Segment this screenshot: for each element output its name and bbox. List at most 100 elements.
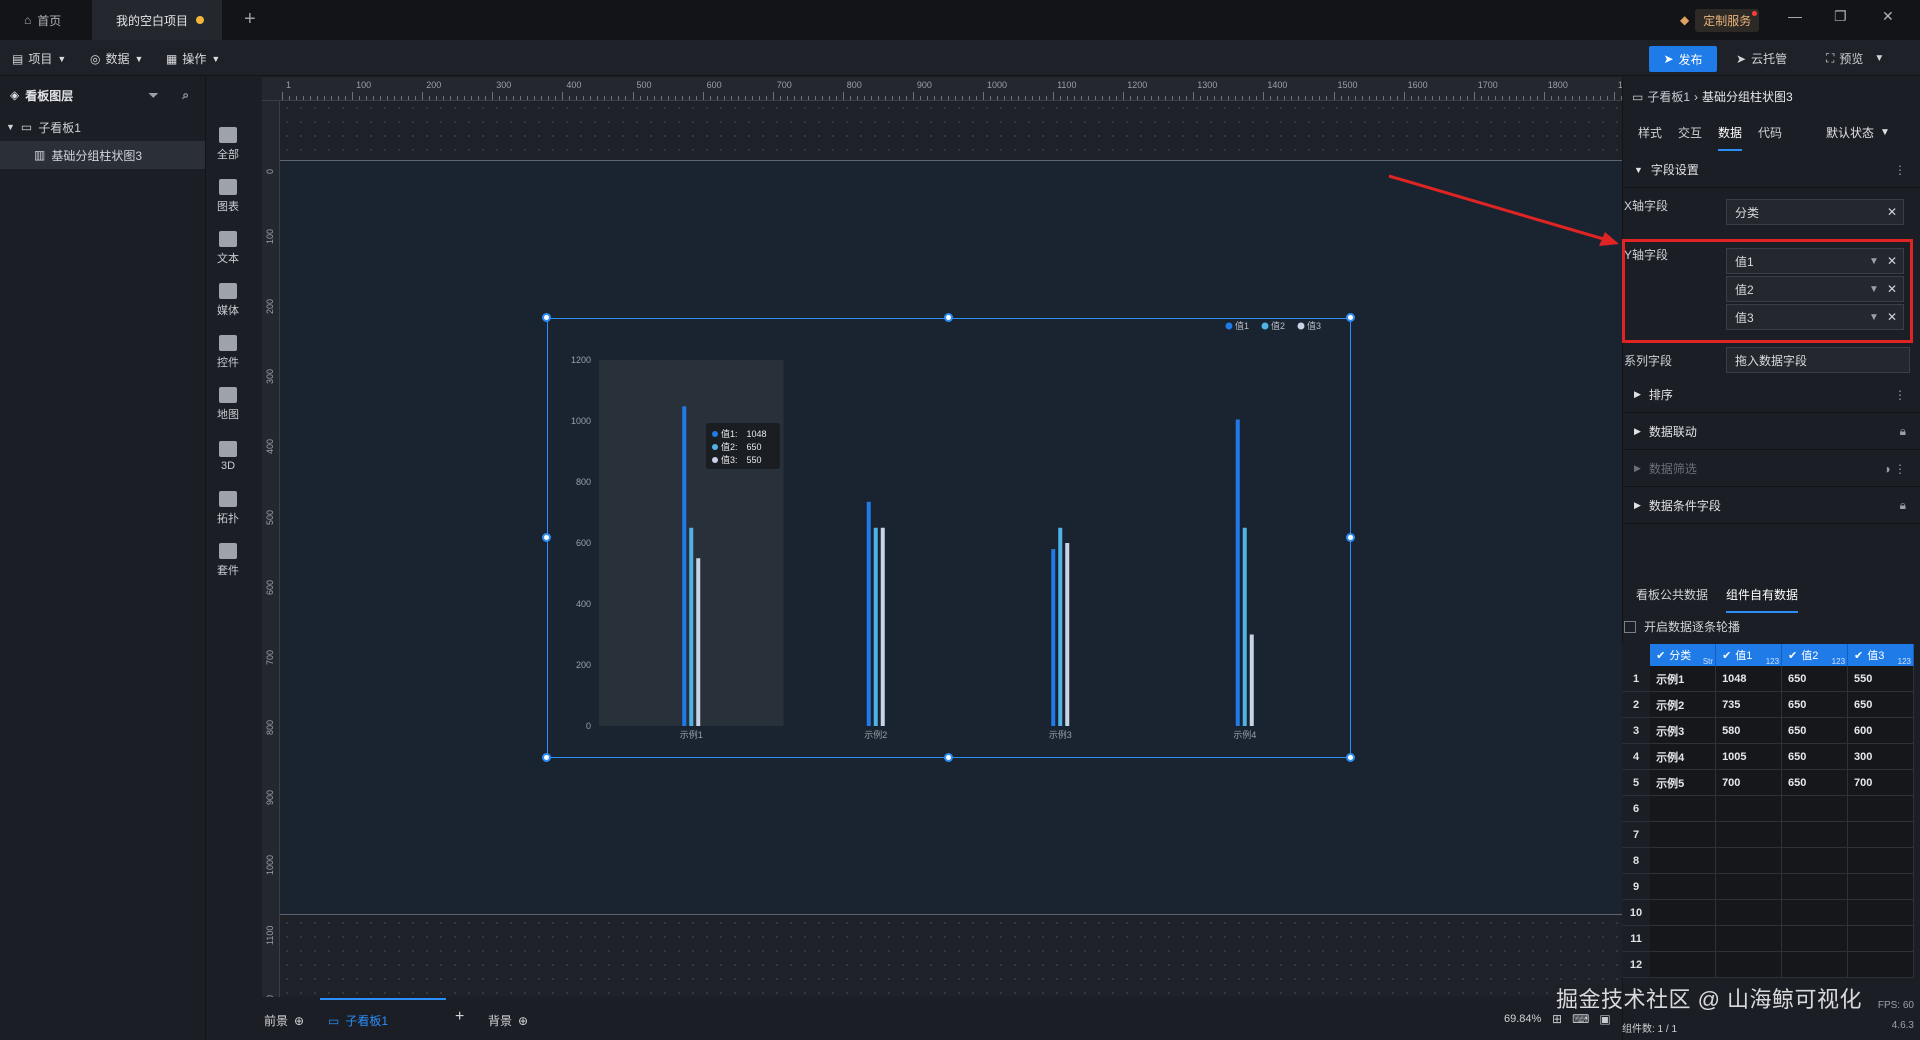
menu-project[interactable]: ▤ 项目 ▼ [12,50,66,67]
rail-item-all[interactable]: 全部 [206,118,250,170]
table-cell[interactable] [1782,874,1849,900]
row-number[interactable]: 6 [1622,796,1651,822]
tab-home[interactable]: ⌂ 首页 [12,0,92,40]
sheet-column-header[interactable]: ✔ 分类 Str [1650,644,1717,666]
rail-item-topology[interactable]: 拓扑 [206,482,250,534]
caret-down-icon[interactable]: ▼ [6,122,15,132]
table-cell[interactable] [1848,848,1915,874]
series-field-dropzone[interactable]: 拖入数据字段 [1726,347,1910,373]
table-cell[interactable] [1848,952,1915,978]
rail-item-control[interactable]: 控件 [206,326,250,378]
table-cell[interactable]: 580 [1716,718,1783,744]
layer-item-chart[interactable]: ▥ 基础分组柱状图3 [0,141,205,169]
row-number[interactable]: 10 [1622,900,1651,926]
section-field-settings[interactable]: ▼ 字段设置 ⋮ [1622,152,1920,188]
sheet-column-header[interactable]: ✔ 值1 123 [1716,644,1783,666]
row-number[interactable]: 5 [1622,770,1651,796]
section-data-filter[interactable]: ▶ 数据筛选 ◑ ⋮ [1622,451,1920,487]
table-cell[interactable] [1716,848,1783,874]
table-cell[interactable]: 示例2 [1650,692,1717,718]
check-icon[interactable]: ✔ [1854,649,1863,662]
table-cell[interactable] [1716,796,1783,822]
carousel-checkbox[interactable] [1624,620,1636,633]
resize-handle-b[interactable] [944,753,953,762]
table-cell[interactable] [1716,874,1783,900]
table-cell[interactable]: 650 [1782,718,1849,744]
section-sort[interactable]: ▶ 排序 ⋮ [1622,377,1920,413]
resize-handle-bl[interactable] [542,753,551,762]
carousel-toggle[interactable]: 开启数据逐条轮播 [1624,618,1740,635]
section-data-linkage[interactable]: ▶ 数据联动 🔒︎ [1622,414,1920,450]
layer-item-board[interactable]: ▼ ▭ 子看板1 [0,113,205,141]
table-cell[interactable] [1848,926,1915,952]
table-cell[interactable]: 650 [1848,692,1915,718]
table-cell[interactable]: 650 [1782,692,1849,718]
state-select[interactable]: 默认状态 ▼ [1826,124,1890,141]
table-cell[interactable] [1650,796,1717,822]
table-cell[interactable]: 示例3 [1650,718,1717,744]
table-cell[interactable]: 650 [1782,770,1849,796]
rail-item-chart[interactable]: 图表 [206,170,250,222]
resize-handle-l[interactable] [542,533,551,542]
keyboard-icon[interactable]: ⌨ [1572,1012,1589,1026]
rail-item-3d[interactable]: 3D [206,430,250,482]
row-number[interactable]: 11 [1622,926,1651,952]
table-cell[interactable] [1650,848,1717,874]
table-cell[interactable]: 600 [1848,718,1915,744]
table-cell[interactable]: 650 [1782,744,1849,770]
chart-selection-frame[interactable] [547,318,1351,758]
menu-operation[interactable]: ▦ 操作 ▼ [166,50,220,67]
table-cell[interactable] [1716,822,1783,848]
rail-item-text[interactable]: 文本 [206,222,250,274]
filter-icon[interactable]: ⏷ [149,88,159,103]
row-number[interactable]: 12 [1622,952,1651,978]
tab-style[interactable]: 样式 [1638,124,1662,151]
data-sheet[interactable]: ✔ 分类 Str ✔ 值1 123 ✔ 值2 123 ✔ 值3 123 1 示例1 1048 650 550 2 示… [1622,644,1915,978]
tab-own-data[interactable]: 组件自有数据 [1726,586,1799,613]
tab-interaction[interactable]: 交互 [1678,124,1702,151]
section-data-conditions[interactable]: ▶ 数据条件字段 🔒︎ [1622,488,1920,524]
table-cell[interactable] [1650,926,1717,952]
publish-button[interactable]: ➤ 发布 [1649,46,1717,72]
row-number[interactable]: 2 [1622,692,1651,718]
fit-screen-icon[interactable]: ⊞ [1552,1012,1562,1026]
menu-data[interactable]: ◎ 数据 ▼ [90,50,143,67]
row-number[interactable]: 4 [1622,744,1651,770]
resize-handle-br[interactable] [1346,753,1355,762]
table-cell[interactable]: 300 [1848,744,1915,770]
row-number[interactable]: 8 [1622,848,1651,874]
table-cell[interactable] [1848,796,1915,822]
row-number[interactable]: 1 [1622,666,1651,692]
add-tab-button[interactable]: + [244,8,256,31]
table-cell[interactable] [1782,822,1849,848]
close-icon[interactable]: ✕ [1882,8,1894,25]
zoom-level[interactable]: 69.84% [1504,1013,1541,1025]
check-icon[interactable]: ✔ [1722,649,1731,662]
resize-handle-r[interactable] [1346,533,1355,542]
table-cell[interactable]: 550 [1848,666,1915,692]
table-cell[interactable] [1716,926,1783,952]
table-cell[interactable] [1716,952,1783,978]
sheet-column-header[interactable]: ✔ 值3 123 [1848,644,1915,666]
table-cell[interactable]: 700 [1848,770,1915,796]
table-cell[interactable]: 1005 [1716,744,1783,770]
table-cell[interactable] [1848,900,1915,926]
table-cell[interactable]: 示例4 [1650,744,1717,770]
check-icon[interactable]: ✔ [1788,649,1797,662]
table-cell[interactable] [1782,900,1849,926]
x-field-select[interactable]: 分类 ✕ [1726,199,1904,225]
row-number[interactable]: 3 [1622,718,1651,744]
table-cell[interactable]: 示例1 [1650,666,1717,692]
tab-public-data[interactable]: 看板公共数据 [1636,586,1708,613]
sheet-column-header[interactable]: ✔ 值2 123 [1782,644,1849,666]
table-cell[interactable] [1782,848,1849,874]
table-cell[interactable] [1848,822,1915,848]
table-cell[interactable] [1650,952,1717,978]
table-cell[interactable]: 650 [1782,666,1849,692]
tab-code[interactable]: 代码 [1758,124,1782,151]
table-cell[interactable]: 735 [1716,692,1783,718]
breadcrumb-parent[interactable]: 子看板1 [1647,88,1690,105]
add-circle-icon[interactable]: ⊕ [518,1014,528,1028]
resize-handle-t[interactable] [944,313,953,322]
row-number[interactable]: 7 [1622,822,1651,848]
